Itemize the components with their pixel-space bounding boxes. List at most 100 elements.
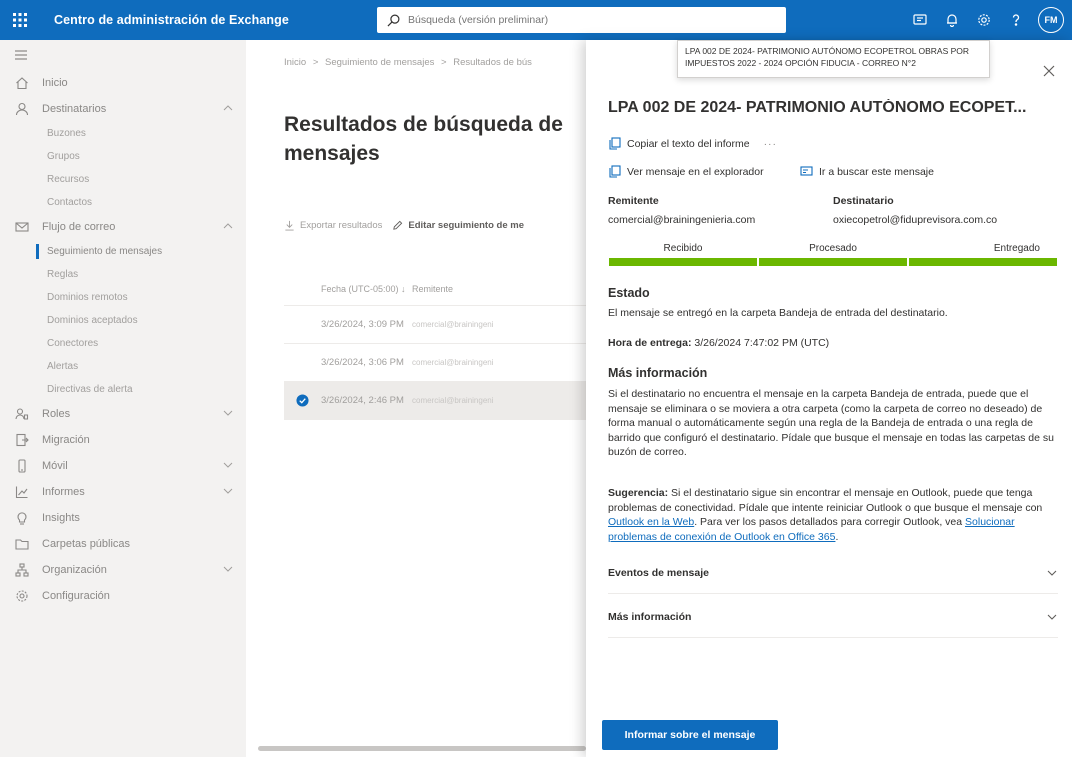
trace-message-button[interactable]: Ir a buscar este mensaje [800, 165, 934, 178]
home-icon [16, 77, 28, 90]
sidebar-item-alertas[interactable]: Alertas [0, 355, 246, 378]
sidebar-item-flujo-de-correo[interactable]: Flujo de correo [0, 214, 246, 240]
tip-text: Sugerencia: Si el destinatario sigue sin… [608, 487, 1043, 543]
column-header-sender[interactable]: Remitente [412, 284, 453, 294]
app-launcher-button[interactable] [0, 0, 40, 40]
horizontal-scrollbar[interactable] [258, 746, 586, 751]
sidebar-item-directivas-de-alerta[interactable]: Directivas de alerta [0, 378, 246, 401]
sidebar-item-carpetas-publicas[interactable]: Carpetas públicas [0, 531, 246, 557]
lightbulb-icon [17, 512, 27, 525]
sidebar-item-configuracion[interactable]: Configuración [0, 583, 246, 609]
trace-icon [800, 166, 813, 176]
chart-icon [15, 486, 28, 499]
sidebar-item-seguimiento-de-mensajes[interactable]: Seguimiento de mensajes [0, 240, 246, 263]
more-info-heading: Más información [608, 366, 708, 380]
breadcrumb-inicio[interactable]: Inicio [284, 57, 306, 68]
settings-button[interactable] [968, 0, 1000, 40]
feedback-button[interactable] [904, 0, 936, 40]
chevron-down-icon [1047, 570, 1057, 576]
delivery-progress: Recibido Procesado Entregado [608, 243, 1058, 266]
recipient-value: oxiecopetrol@fiduprevisora.com.co [833, 214, 998, 226]
question-icon [1012, 14, 1020, 26]
export-results-button[interactable]: Exportar resultados [284, 220, 382, 231]
top-bar: Centro de administración de Exchange Bús… [0, 0, 1072, 40]
breadcrumb: Inicio > Seguimiento de mensajes > Resul… [284, 57, 536, 68]
table-row[interactable]: 3/26/2024, 3:06 PM comercial@brainingeni [284, 344, 586, 382]
sidebar-item-reglas[interactable]: Reglas [0, 263, 246, 286]
mail-flow-icon [15, 222, 29, 232]
chevron-down-icon [223, 410, 233, 416]
sidebar-item-recursos[interactable]: Recursos [0, 168, 246, 191]
view-in-explorer-button[interactable]: Ver mensaje en el explorador [608, 165, 764, 178]
more-info-accordion[interactable]: Más información [608, 596, 1058, 638]
breadcrumb-separator: > [441, 57, 447, 68]
sidebar-item-grupos[interactable]: Grupos [0, 145, 246, 168]
sidebar-item-inicio[interactable]: Inicio [0, 70, 246, 96]
chevron-down-icon [223, 462, 233, 468]
copy-icon [609, 137, 621, 150]
more-info-text: Si el destinatario no encuentra el mensa… [608, 388, 1054, 458]
hamburger-icon [15, 50, 27, 60]
help-button[interactable] [1000, 0, 1032, 40]
message-events-accordion[interactable]: Eventos de mensaje [608, 552, 1058, 594]
close-icon[interactable] [1042, 64, 1056, 78]
sidebar-item-informes[interactable]: Informes [0, 479, 246, 505]
mobile-icon [18, 459, 26, 473]
feedback-icon [913, 14, 927, 25]
edit-trace-button[interactable]: Editar seguimiento de me [392, 220, 524, 231]
results-table: Fecha (UTC-05:00) ↓ Remitente 3/26/2024,… [284, 272, 586, 420]
breadcrumb-seguimiento[interactable]: Seguimiento de mensajes [325, 57, 434, 68]
row-select[interactable] [284, 394, 321, 407]
organization-icon [15, 563, 29, 577]
checkmark-circle-icon [296, 394, 309, 407]
page-title: Resultados de búsqueda de mensajes [284, 113, 563, 165]
command-bar: Exportar resultados Editar seguimiento d… [284, 220, 534, 231]
table-row[interactable]: 3/26/2024, 2:46 PM comercial@brainingeni [284, 382, 586, 420]
table-row[interactable]: 3/26/2024, 3:09 PM comercial@brainingeni [284, 306, 586, 344]
app-title[interactable]: Centro de administración de Exchange [54, 13, 289, 27]
copy-report-button[interactable]: Copiar el texto del informe ··· [608, 137, 777, 150]
pencil-icon [393, 220, 403, 230]
sidebar: Inicio Destinatarios Buzones Grupos Recu… [0, 40, 246, 757]
sidebar-item-insights[interactable]: Insights [0, 505, 246, 531]
progress-step-delivered: Entregado [908, 243, 1058, 266]
person-icon [15, 102, 29, 116]
sidebar-item-contactos[interactable]: Contactos [0, 191, 246, 214]
search-icon [387, 14, 400, 26]
status-text: El mensaje se entregó en la carpeta Band… [608, 307, 948, 319]
delivery-time: Hora de entrega: 3/26/2024 7:47:02 PM (U… [608, 337, 830, 349]
sidebar-item-dominios-remotos[interactable]: Dominios remotos [0, 286, 246, 309]
sidebar-item-buzones[interactable]: Buzones [0, 122, 246, 145]
explorer-icon [609, 165, 621, 178]
download-icon [285, 220, 294, 231]
more-options-button[interactable]: ··· [764, 138, 778, 150]
gear-icon [16, 590, 28, 602]
avatar[interactable]: FM [1038, 7, 1064, 33]
recipient-label: Destinatario [833, 195, 894, 207]
progress-step-received: Recibido [608, 243, 758, 266]
notifications-button[interactable] [936, 0, 968, 40]
column-header-date[interactable]: Fecha (UTC-05:00) ↓ [284, 284, 412, 294]
sidebar-item-roles[interactable]: Roles [0, 401, 246, 427]
outlook-web-link[interactable]: Outlook en la Web [608, 516, 694, 528]
report-message-button[interactable]: Informar sobre el mensaje [602, 720, 778, 750]
sidebar-item-conectores[interactable]: Conectores [0, 332, 246, 355]
chevron-down-icon [1047, 614, 1057, 620]
search-box[interactable] [377, 7, 786, 33]
message-detail-panel: LPA 002 DE 2024- PATRIMONIO AUTÓNOMO ECO… [586, 40, 1072, 757]
chevron-up-icon [223, 223, 233, 229]
search-input[interactable] [408, 14, 738, 26]
progress-step-processed: Procesado [758, 243, 908, 266]
nav-collapse-button[interactable] [0, 40, 246, 70]
panel-title: LPA 002 DE 2024- PATRIMONIO AUTÓNOMO ECO… [608, 99, 1027, 116]
sidebar-item-movil[interactable]: Móvil [0, 453, 246, 479]
sidebar-item-migracion[interactable]: Migración [0, 427, 246, 453]
sidebar-item-organizacion[interactable]: Organización [0, 557, 246, 583]
status-heading: Estado [608, 286, 650, 300]
chevron-up-icon [223, 105, 233, 111]
sidebar-item-dominios-aceptados[interactable]: Dominios aceptados [0, 309, 246, 332]
folder-icon [15, 539, 29, 550]
main-content: Inicio > Seguimiento de mensajes > Resul… [246, 40, 586, 757]
sender-label: Remitente [608, 195, 659, 207]
sidebar-item-destinatarios[interactable]: Destinatarios [0, 96, 246, 122]
